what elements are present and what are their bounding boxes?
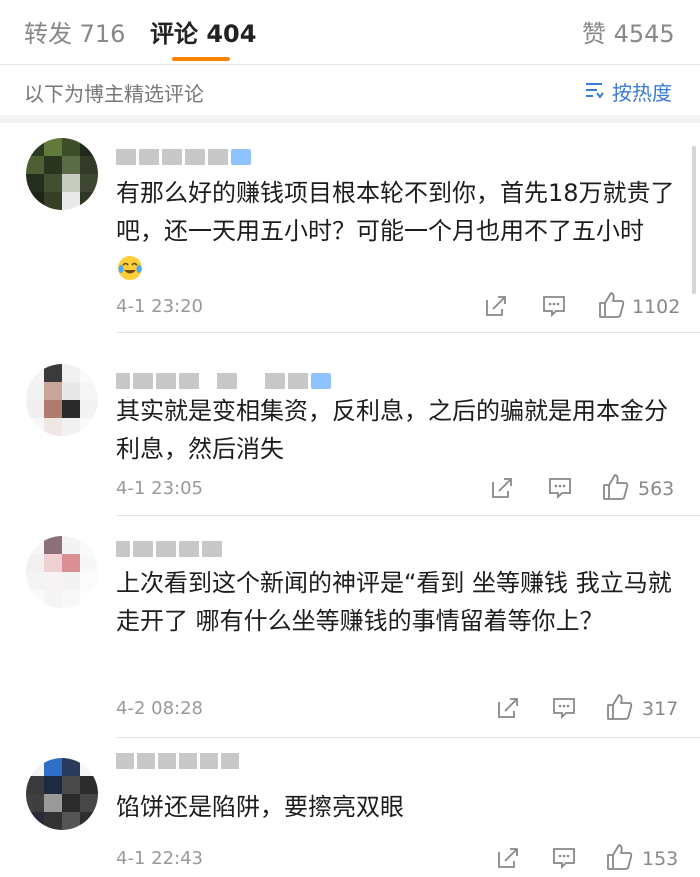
like-icon[interactable] [596, 290, 626, 320]
active-tab-indicator [172, 57, 230, 61]
tab-comments[interactable]: 评论 404 [150, 14, 256, 49]
like-count: 153 [642, 848, 679, 870]
username-redacted[interactable] [116, 372, 331, 390]
comment-item: 上次看到这个新闻的神评是“看到 坐等赚钱 我立马就走开了 哪有什么坐等赚钱的事情… [0, 516, 700, 738]
comment-item: 馅饼还是陷阱，要擦亮双眼 4-1 22:43 153 [0, 738, 700, 877]
like-count: 1102 [632, 296, 681, 318]
reply-icon[interactable] [550, 844, 578, 872]
comment-time: 4-2 08:28 [116, 698, 203, 719]
like-icon[interactable] [604, 842, 634, 872]
reply-icon[interactable] [550, 694, 578, 722]
comment-time: 4-1 23:20 [116, 296, 203, 317]
comment-text: 有那么好的赚钱项目根本轮不到你，首先18万就贵了吧，还一天用五小时？可能一个月也… [116, 174, 676, 288]
share-icon[interactable] [488, 474, 516, 502]
like-count: 317 [642, 698, 679, 720]
tabs-divider [0, 64, 700, 65]
comment-time: 4-1 23:05 [116, 478, 203, 499]
laugh-cry-emoji [118, 256, 142, 280]
reply-icon[interactable] [546, 474, 574, 502]
filter-row: 以下为博主精选评论 按热度 [0, 66, 700, 114]
share-icon[interactable] [494, 844, 522, 872]
share-icon[interactable] [494, 694, 522, 722]
comment-tabs: 转发 716 评论 404 赞 4545 [0, 0, 700, 66]
tab-repost[interactable]: 转发 716 [24, 14, 125, 49]
section-divider [0, 115, 700, 123]
comment-item: 其实就是变相集资，反利息，之后的骗就是用本金分利息，然后消失 4-1 23:05… [0, 334, 700, 516]
tab-likes[interactable]: 赞 4545 [582, 14, 675, 49]
avatar[interactable] [26, 138, 98, 210]
comment-item: 有那么好的赚钱项目根本轮不到你，首先18万就贵了吧，还一天用五小时？可能一个月也… [0, 134, 700, 334]
scrollbar[interactable] [692, 146, 696, 294]
avatar[interactable] [26, 536, 98, 608]
sort-by-hot-button[interactable]: 按热度 [612, 77, 672, 106]
like-count: 563 [638, 478, 675, 500]
share-icon[interactable] [482, 292, 510, 320]
avatar[interactable] [26, 758, 98, 830]
comment-separator [116, 332, 700, 333]
like-icon[interactable] [600, 472, 630, 502]
username-redacted[interactable] [116, 540, 222, 558]
username-redacted[interactable] [116, 752, 239, 770]
username-redacted[interactable] [116, 148, 251, 166]
like-icon[interactable] [604, 692, 634, 722]
comment-text: 其实就是变相集资，反利息，之后的骗就是用本金分利息，然后消失 [116, 397, 668, 463]
sort-lines-icon[interactable] [584, 80, 604, 100]
comment-text: 上次看到这个新闻的神评是“看到 坐等赚钱 我立马就走开了 哪有什么坐等赚钱的事情… [116, 569, 672, 635]
avatar[interactable] [26, 364, 98, 436]
reply-icon[interactable] [540, 292, 568, 320]
featured-comments-label: 以下为博主精选评论 [24, 82, 204, 106]
comment-time: 4-1 22:43 [116, 848, 203, 869]
comment-text: 馅饼还是陷阱，要擦亮双眼 [116, 793, 404, 821]
